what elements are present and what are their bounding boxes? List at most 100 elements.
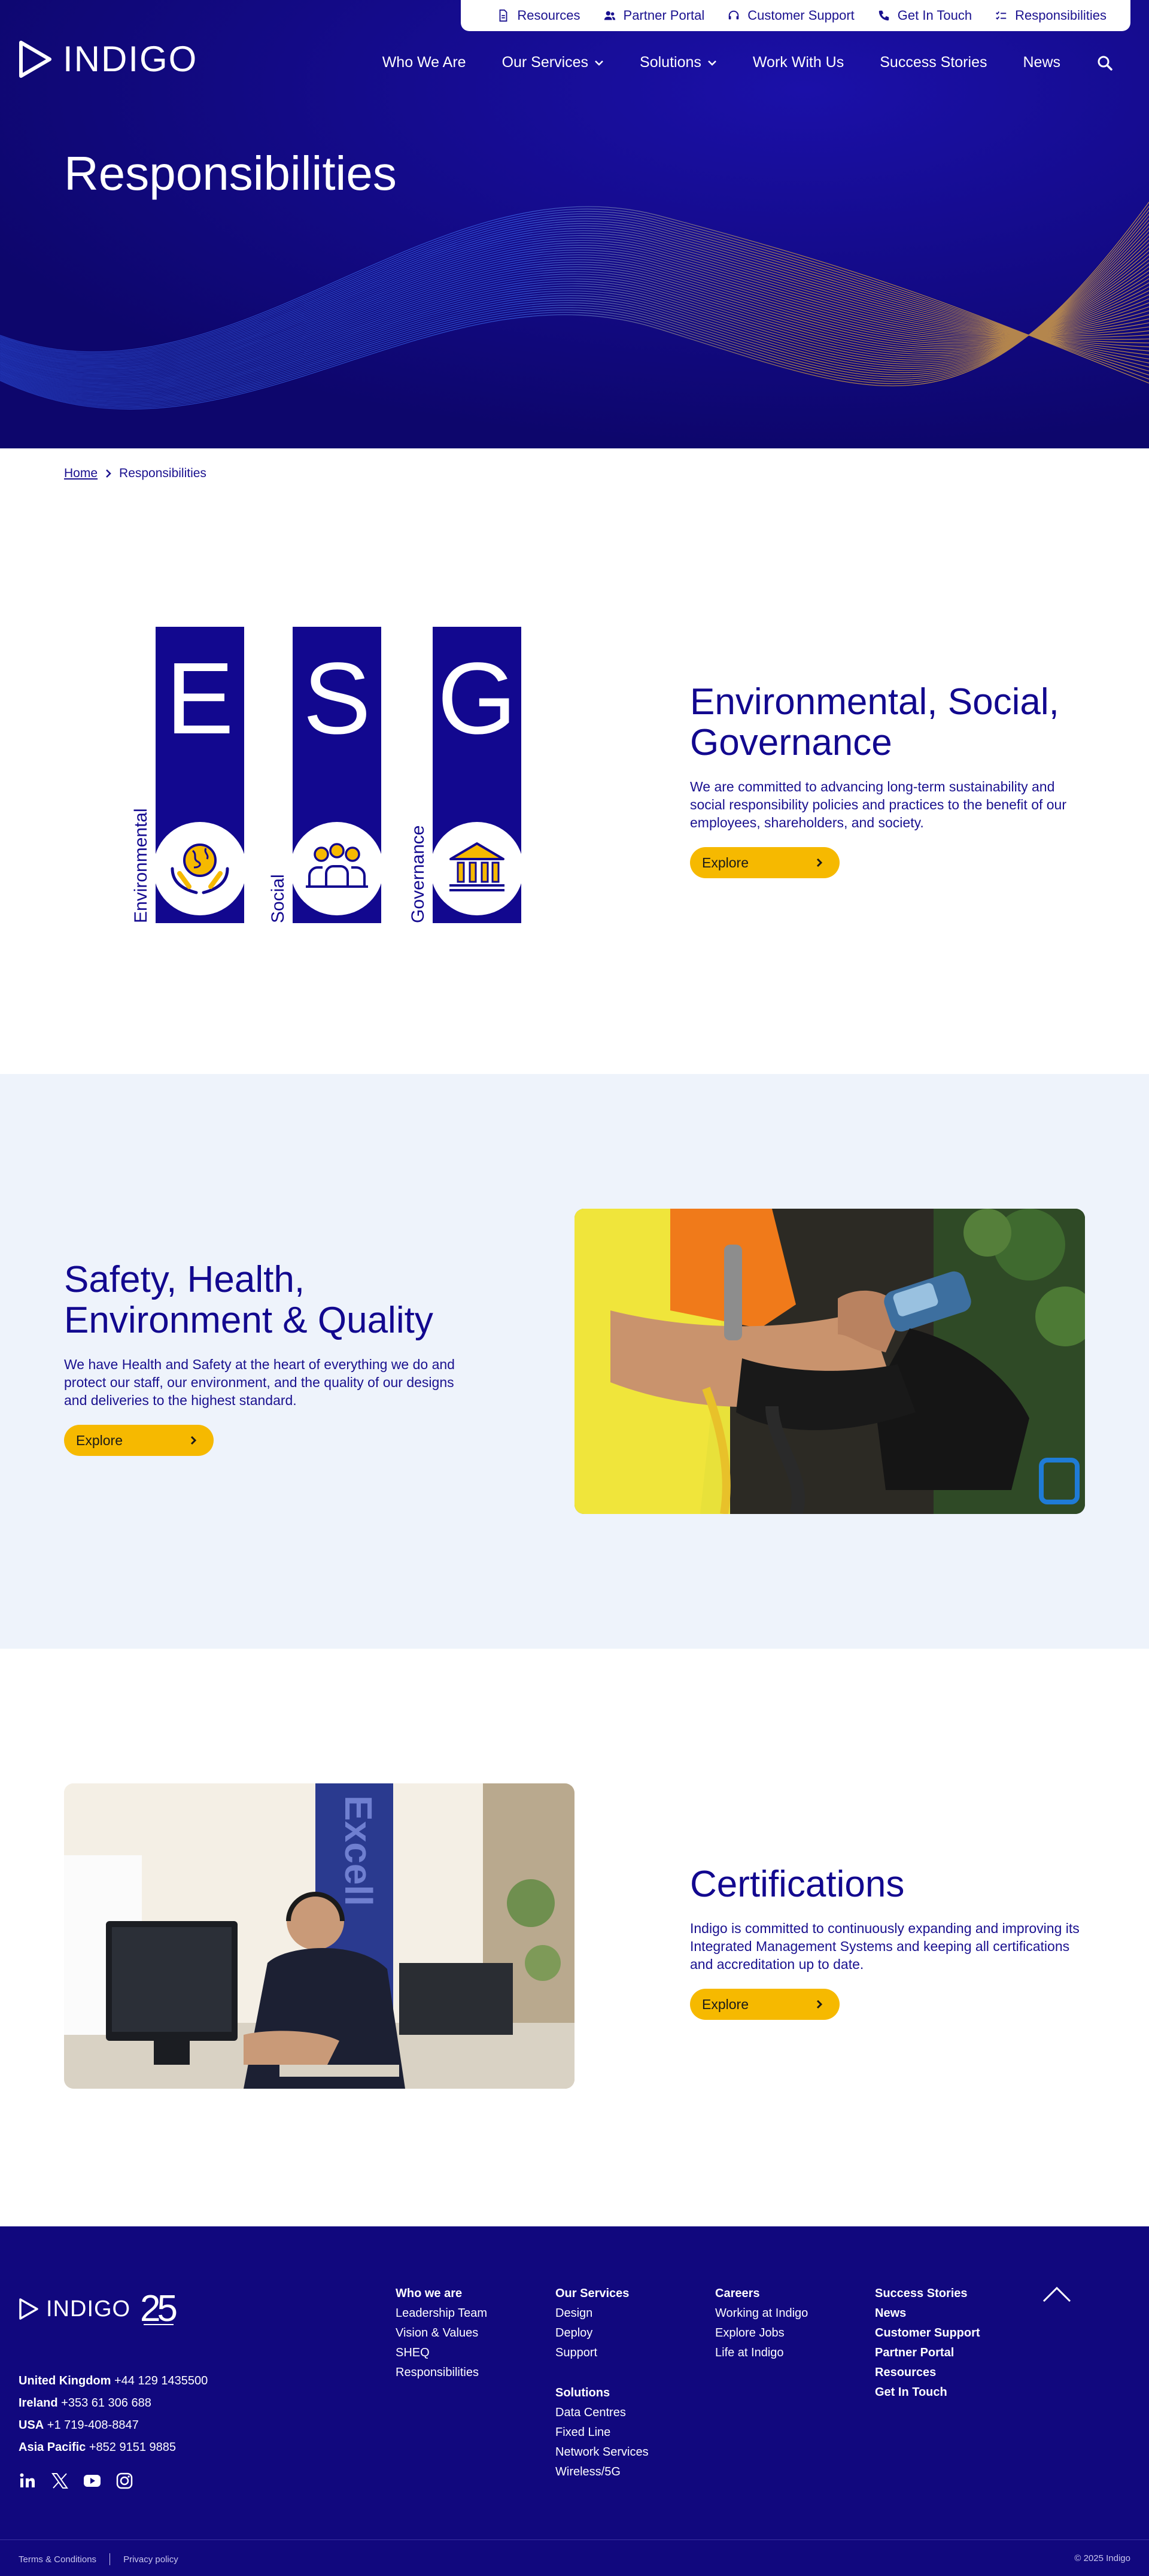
footer-link[interactable]: Working at Indigo: [715, 2304, 808, 2323]
sheq-explore-button[interactable]: Explore: [64, 1425, 214, 1456]
footer-logo[interactable]: INDIGO 25: [19, 2285, 180, 2333]
esg-section: E Environmental S Social G Governance En…: [0, 502, 1149, 1074]
play-triangle-logo-icon: [19, 40, 51, 78]
explore-button-label: Explore: [76, 1432, 123, 1448]
footer-link[interactable]: SHEQ: [396, 2343, 487, 2363]
footer-col-services: Our Services Design Deploy Support Solut…: [555, 2284, 649, 2482]
nav-our-services[interactable]: Our Services: [502, 54, 604, 71]
nav-label: News: [1023, 54, 1060, 71]
explore-button-label: Explore: [702, 854, 749, 870]
instagram-link[interactable]: [115, 2472, 133, 2493]
footer-link[interactable]: Leadership Team: [396, 2304, 487, 2323]
footer-col-heading[interactable]: Careers: [715, 2284, 808, 2304]
footer-link[interactable]: Support: [555, 2343, 649, 2363]
page-title: Responsibilities: [64, 147, 397, 200]
esg-description: We are committed to advancing long-term …: [690, 779, 1067, 830]
footer-col-heading[interactable]: Solutions: [555, 2383, 649, 2403]
youtube-icon: [84, 2475, 101, 2487]
play-triangle-logo-icon: [19, 2298, 38, 2320]
chevron-up-icon: [1042, 2286, 1071, 2302]
nav-label: Success Stories: [880, 54, 987, 71]
nav-who-we-are[interactable]: Who We Are: [382, 54, 466, 71]
utility-link-partner-portal[interactable]: Partner Portal: [603, 8, 705, 23]
footer-link[interactable]: Life at Indigo: [715, 2343, 808, 2363]
linkedin-icon: [20, 2473, 35, 2487]
terms-link[interactable]: Terms & Conditions: [19, 2554, 96, 2565]
footer-link[interactable]: Explore Jobs: [715, 2323, 808, 2343]
copyright: © 2025 Indigo: [1074, 2553, 1130, 2563]
utility-link-label: Get In Touch: [897, 8, 972, 23]
cert-description: Indigo is committed to continuously expa…: [690, 1920, 1080, 1972]
nav-label: Solutions: [640, 54, 701, 71]
breadcrumb-current: Responsibilities: [119, 466, 206, 480]
chevron-down-icon: [595, 60, 603, 66]
footer-col-heading[interactable]: Our Services: [555, 2284, 649, 2304]
certifications-section: Excell Certifications Indigo is committe…: [0, 1649, 1149, 2226]
utility-nav: Resources Partner Portal Customer Suppor…: [461, 0, 1130, 31]
legal-links: Terms & Conditions Privacy policy: [19, 2553, 178, 2565]
footer-link[interactable]: Network Services: [555, 2443, 649, 2462]
utility-link-label: Partner Portal: [623, 8, 705, 23]
contact-phone[interactable]: +353 61 306 688: [61, 2396, 151, 2410]
contact-phone[interactable]: +852 9151 9885: [89, 2441, 176, 2454]
main-nav: Who We Are Our Services Solutions Work W…: [382, 54, 1113, 71]
search-button[interactable]: [1096, 54, 1113, 71]
nav-label: Our Services: [501, 54, 589, 71]
footer-link[interactable]: Wireless/5G: [555, 2462, 649, 2482]
footer-col-who-we-are: Who we are Leadership Team Vision & Valu…: [396, 2284, 487, 2383]
explore-button-label: Explore: [702, 1996, 749, 2012]
footer-link[interactable]: Design: [555, 2304, 649, 2323]
sheq-content: Safety, Health, Environment & Quality We…: [64, 1260, 459, 1456]
contact-row: Asia Pacific +852 9151 9885: [19, 2441, 177, 2454]
youtube-link[interactable]: [83, 2472, 101, 2493]
footer-link[interactable]: Customer Support: [875, 2323, 980, 2343]
footer-link[interactable]: Resources: [875, 2363, 980, 2383]
utility-link-customer-support[interactable]: Customer Support: [727, 8, 855, 23]
footer-col-heading[interactable]: Who we are: [396, 2284, 487, 2304]
footer-link[interactable]: Data Centres: [555, 2403, 649, 2423]
utility-link-label: Resources: [517, 8, 580, 23]
users-icon: [604, 11, 615, 20]
cert-explore-button[interactable]: Explore: [690, 1989, 840, 2020]
linkedin-link[interactable]: [19, 2472, 37, 2493]
nav-label: Work With Us: [752, 54, 844, 71]
nav-success-stories[interactable]: Success Stories: [880, 54, 987, 71]
utility-link-get-in-touch[interactable]: Get In Touch: [877, 8, 972, 23]
esg-title: Environmental, Social, Governance: [690, 681, 1059, 763]
nav-solutions[interactable]: Solutions: [640, 54, 717, 71]
sheq-title: Safety, Health, Environment & Quality: [64, 1259, 433, 1341]
safety-equipment-photo: [574, 1209, 1085, 1514]
nav-work-with-us[interactable]: Work With Us: [753, 54, 844, 71]
nav-news[interactable]: News: [1023, 54, 1060, 71]
footer-link[interactable]: Get In Touch: [875, 2383, 980, 2402]
chevron-down-icon: [708, 60, 716, 66]
footer-link[interactable]: Responsibilities: [396, 2363, 487, 2383]
chevron-right-icon: [816, 858, 823, 867]
footer-link[interactable]: News: [875, 2304, 980, 2323]
breadcrumb-home-link[interactable]: Home: [64, 466, 98, 481]
contact-phone[interactable]: +1 719-408-8847: [47, 2419, 139, 2432]
nav-label: Who We Are: [382, 54, 466, 71]
footer-link[interactable]: Success Stories: [875, 2284, 980, 2304]
logo-text: INDIGO: [63, 39, 198, 79]
pillar-letter-g: G: [437, 642, 516, 755]
operator-photo-illustration: Excell: [64, 1783, 574, 2089]
utility-link-resources[interactable]: Resources: [497, 8, 580, 23]
breadcrumb: Home Responsibilities: [0, 448, 1149, 502]
footer-link[interactable]: Fixed Line: [555, 2423, 649, 2443]
footer-link[interactable]: Deploy: [555, 2323, 649, 2343]
contact-row: USA +1 719-408-8847: [19, 2419, 139, 2432]
privacy-link[interactable]: Privacy policy: [123, 2554, 178, 2565]
esg-content: Environmental, Social, Governance We are…: [690, 682, 1085, 878]
esg-explore-button[interactable]: Explore: [690, 847, 840, 878]
anniversary-badge-icon: 25: [140, 2288, 180, 2329]
indigo-logo[interactable]: INDIGO: [19, 38, 197, 80]
footer-link[interactable]: Partner Portal: [875, 2343, 980, 2363]
esg-pillar-environmental: E Environmental: [131, 627, 247, 923]
chevron-right-icon: [190, 1436, 197, 1445]
x-link[interactable]: [51, 2472, 69, 2493]
utility-link-responsibilities[interactable]: Responsibilities: [995, 8, 1107, 23]
footer-link[interactable]: Vision & Values: [396, 2323, 487, 2343]
contact-phone[interactable]: +44 129 1435500: [114, 2374, 208, 2387]
document-icon: [499, 9, 507, 22]
